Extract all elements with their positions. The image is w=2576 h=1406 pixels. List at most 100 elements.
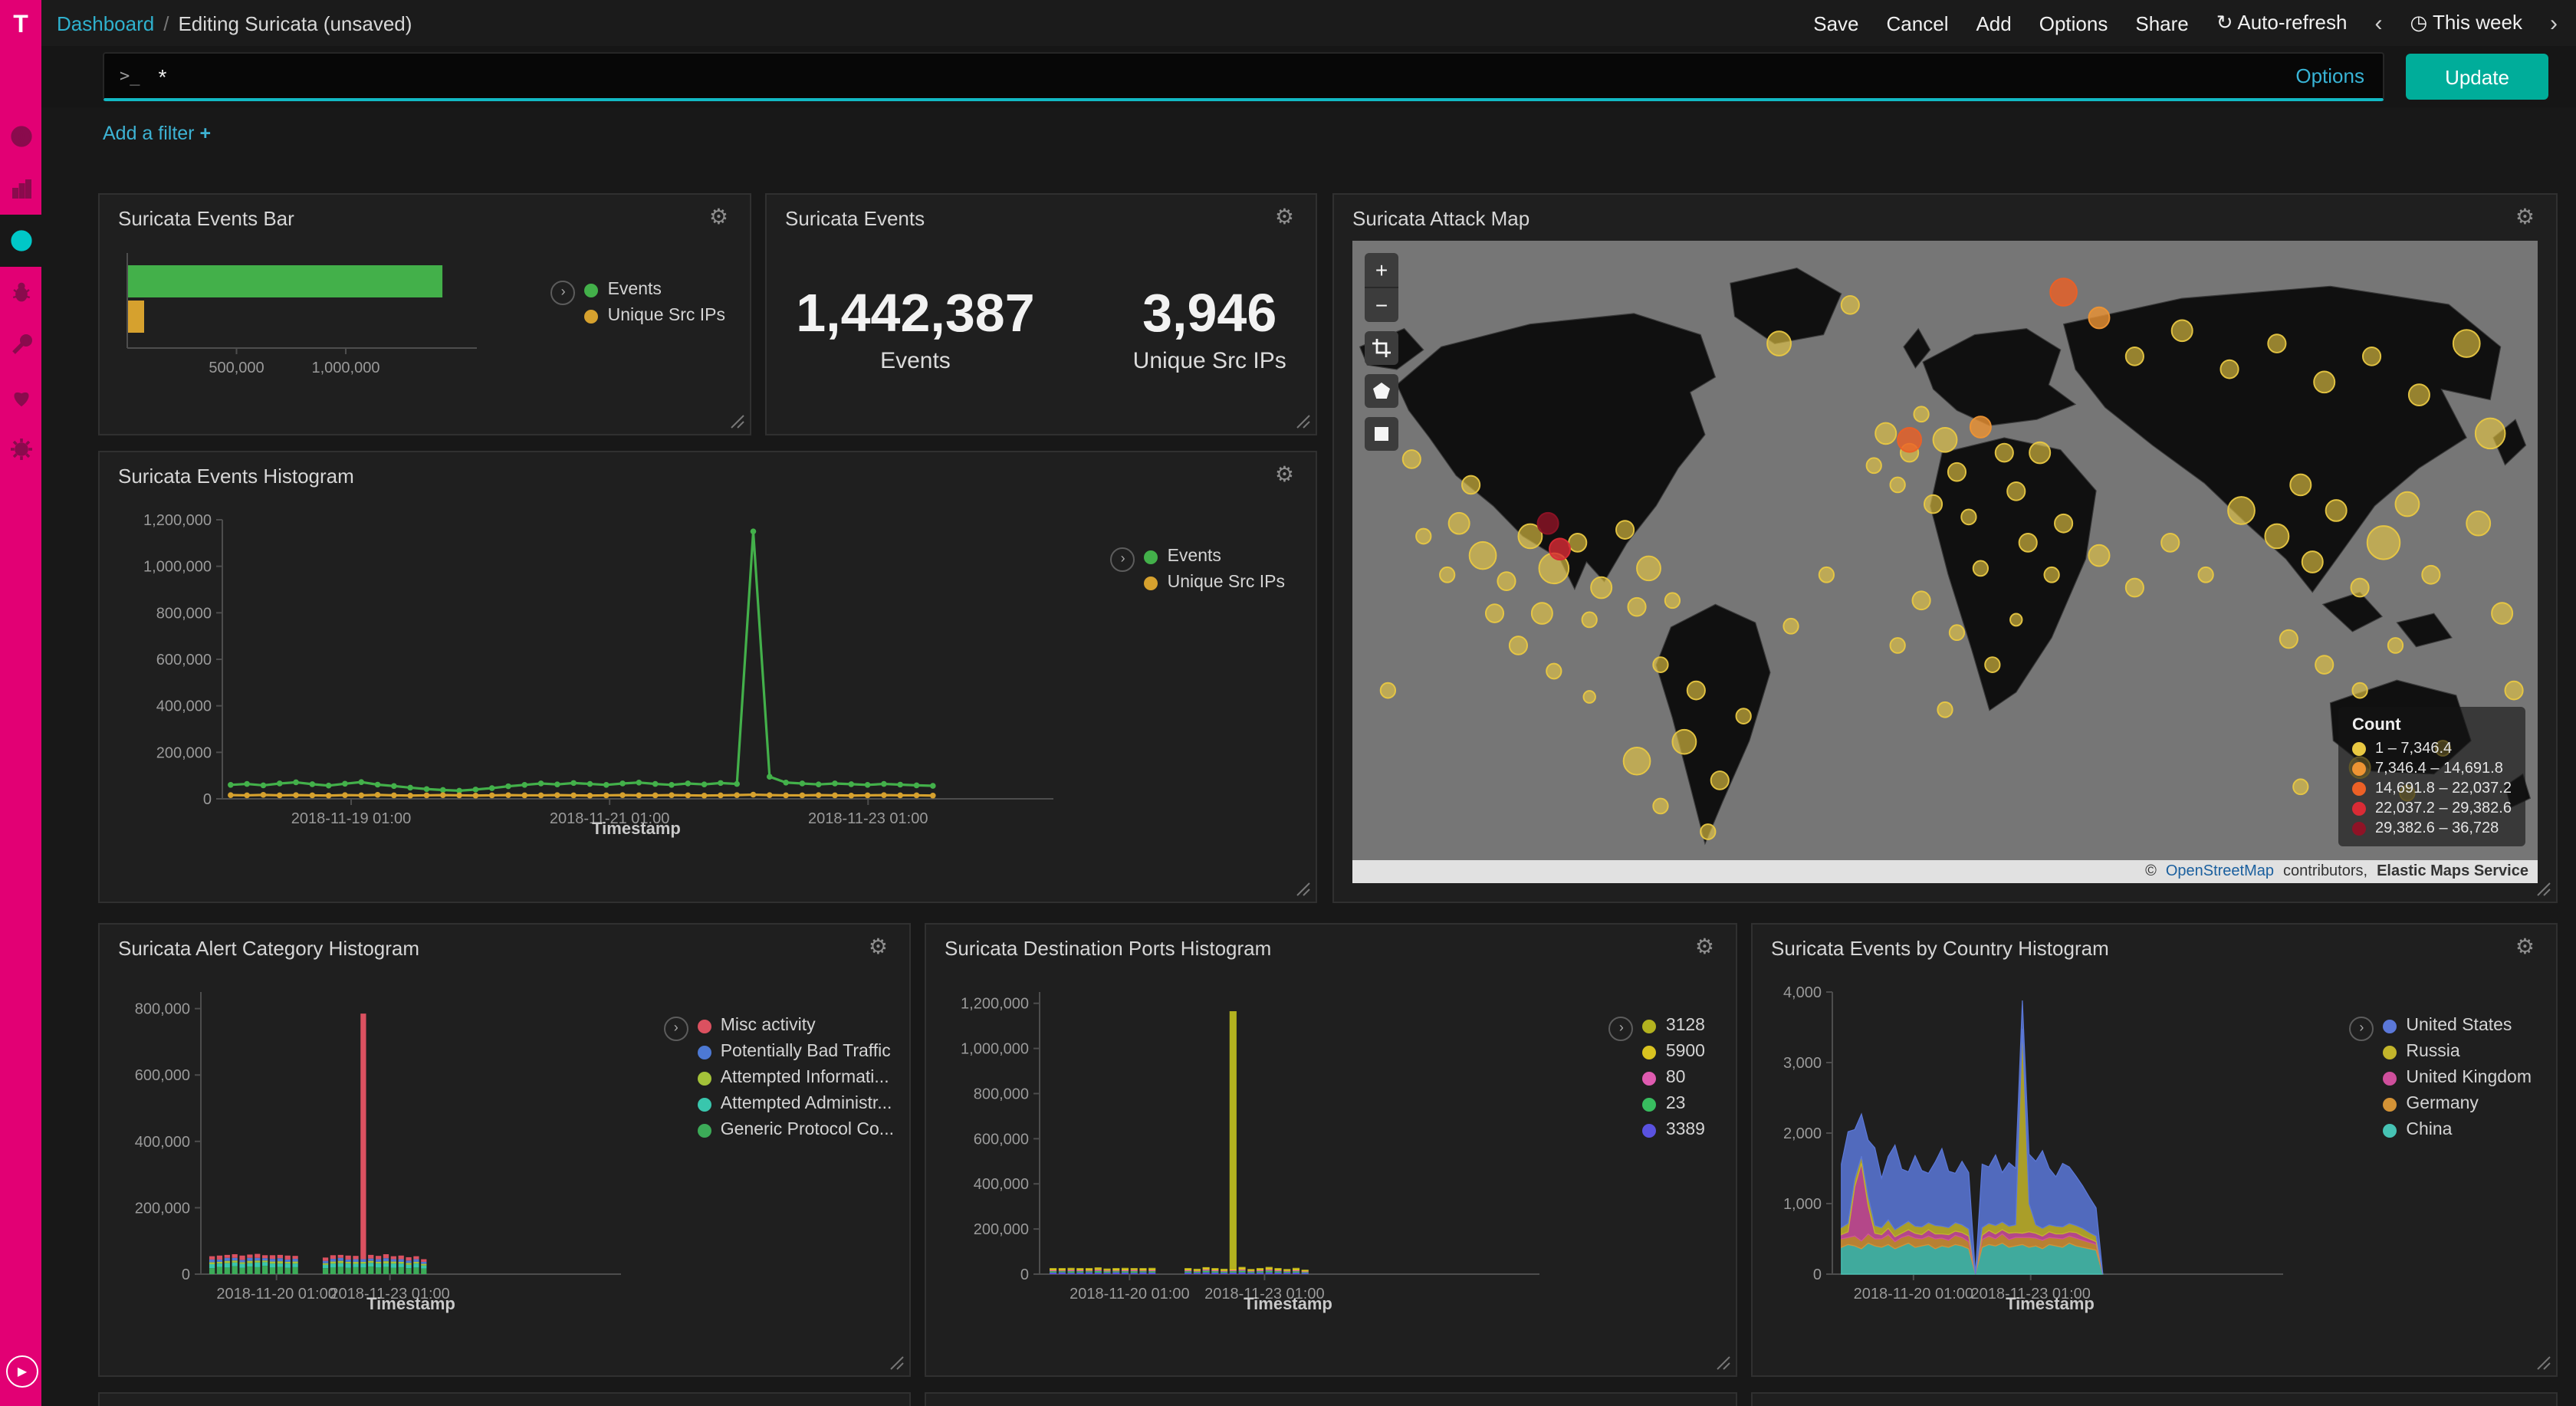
panel-gear-icon[interactable]: ⚙ [2506,932,2544,961]
crop-icon [1372,339,1391,357]
panel-resize-handle[interactable] [1294,412,1311,429]
legend-label: United States [2406,1017,2512,1035]
destination-ports-chart[interactable]: 0200,000400,000600,000800,0001,000,0001,… [938,977,1552,1320]
save-button[interactable]: Save [1813,11,1858,34]
rectangle-icon [1372,425,1391,443]
legend-item[interactable]: Unique Src IPs [1145,573,1285,592]
legend-toggle-icon[interactable]: › [2349,1017,2374,1041]
legend-item[interactable]: United Kingdom [2383,1069,2532,1087]
legend-item[interactable]: 5900 [1643,1043,1705,1061]
breadcrumb-dashboard-link[interactable]: Dashboard [57,11,154,34]
sidebar-item-monitoring[interactable] [0,371,41,423]
bug-icon [8,281,33,305]
legend-color-dot [2383,1097,2397,1111]
legend-color-dot [698,1019,711,1033]
map-polygon-select-button[interactable] [1365,374,1398,408]
cancel-button[interactable]: Cancel [1887,11,1949,34]
legend-item[interactable]: Misc activity [698,1017,894,1035]
events-by-country-chart[interactable]: 01,0002,0003,0004,0002018-11-20 01:00201… [1765,977,2295,1320]
time-forward-chevron[interactable]: › [2550,10,2558,36]
legend-item[interactable]: 23 [1643,1095,1705,1113]
options-button[interactable]: Options [2039,11,2108,34]
time-back-chevron[interactable]: ‹ [2374,10,2382,36]
t-mobile-logo[interactable]: T [0,0,41,52]
legend-item[interactable]: Generic Protocol Co... [698,1121,894,1139]
gear-icon [8,437,33,462]
events-bar-chart[interactable]: 500,000 1,000,000 [115,241,526,422]
legend-item[interactable]: 3128 [1643,1017,1705,1035]
legend-label: 23 [1666,1095,1686,1113]
update-button[interactable]: Update [2406,54,2548,100]
panel-resize-handle[interactable] [728,412,745,429]
time-range-picker[interactable]: ◷ This week [2410,11,2522,35]
panel-title: Suricata Alert Category Histogram [118,936,419,959]
legend-item[interactable]: Attempted Administr... [698,1095,894,1113]
legend-item[interactable]: Attempted Informati... [698,1069,894,1087]
panel-gear-icon[interactable]: ⚙ [700,202,738,232]
legend-item[interactable]: United States [2383,1017,2532,1035]
legend-label: Misc activity [721,1017,816,1035]
panel-suricata-events-histogram: Suricata Events Histogram ⚙ 0200,000400,… [98,451,1317,903]
panel-gear-icon[interactable]: ⚙ [859,932,897,961]
legend-toggle-icon[interactable]: › [551,281,576,305]
sidebar-collapse-button[interactable]: ▶ [6,1355,38,1388]
legend-item[interactable]: Potentially Bad Traffic [698,1043,894,1061]
add-filter-link[interactable]: Add a filter + [103,123,211,144]
legend-item[interactable]: Events [1145,547,1285,566]
sidebar-item-dashboard[interactable] [0,215,41,267]
legend-item[interactable]: 3389 [1643,1121,1705,1139]
query-options-link[interactable]: Options [2295,64,2364,87]
panel-resize-handle[interactable] [2535,1354,2551,1371]
panel-gear-icon[interactable]: ⚙ [1266,460,1303,489]
map-legend-row: 14,691.8 – 22,037.2 [2352,780,2512,797]
panel-gear-icon[interactable]: ⚙ [1266,202,1303,232]
auto-refresh-button[interactable]: ↻ Auto-refresh [2216,11,2348,35]
legend-item[interactable]: Germany [2383,1095,2532,1113]
metric-label: Unique Src IPs [1133,348,1286,374]
panel-resize-handle[interactable] [1714,1354,1731,1371]
partial-panel [1751,1392,2558,1406]
kibana-dashboard: T ▶ [0,0,2576,1406]
panel-suricata-attack-map: Suricata Attack Map ⚙ [1332,193,2558,903]
svg-text:0: 0 [1813,1266,1822,1283]
openstreetmap-link[interactable]: OpenStreetMap [2166,863,2274,880]
map-zoom-in-button[interactable]: + [1365,253,1398,288]
legend-toggle-icon[interactable]: › [1609,1017,1634,1041]
app-sidebar: T ▶ [0,0,41,1406]
legend-item[interactable]: Events [585,281,725,299]
map-fit-bounds-button[interactable] [1365,331,1398,365]
legend-item[interactable]: Unique Src IPs [585,307,725,325]
sidebar-item-suricata[interactable] [0,267,41,319]
panel-gear-icon[interactable]: ⚙ [2506,202,2544,232]
svg-text:200,000: 200,000 [156,744,212,761]
panel-resize-handle[interactable] [888,1354,905,1371]
legend-item[interactable]: Russia [2383,1043,2532,1061]
svg-text:1,000,000: 1,000,000 [312,360,380,376]
legend-toggle-icon[interactable]: › [664,1017,688,1041]
sidebar-item-management[interactable] [0,423,41,475]
legend-item[interactable]: China [2383,1121,2532,1139]
sidebar-item-visualize[interactable] [0,163,41,215]
sidebar-item-discover[interactable] [0,110,41,163]
alert-category-chart[interactable]: 0200,000400,000600,000800,0002018-11-20 … [112,977,633,1320]
sidebar-item-dev-tools[interactable] [0,319,41,371]
map-rectangle-select-button[interactable] [1365,417,1398,451]
panel-title: Suricata Destination Ports Histogram [945,936,1271,959]
panel-title: Suricata Events [785,206,925,229]
metric-label: Events [796,348,1034,374]
elastic-maps-service-label: Elastic Maps Service [2377,863,2528,880]
attack-map[interactable]: + − [1352,241,2538,883]
panel-gear-icon[interactable]: ⚙ [1686,932,1723,961]
legend-color-dot [698,1045,711,1059]
events-histogram-chart[interactable]: 0200,000400,000600,000800,0001,000,0001,… [115,504,1066,845]
search-query-input[interactable] [156,62,2384,90]
add-button[interactable]: Add [1976,11,2011,34]
partial-panel [925,1392,1737,1406]
share-button[interactable]: Share [2135,11,2188,34]
svg-text:500,000: 500,000 [209,360,264,376]
legend-item[interactable]: 80 [1643,1069,1705,1087]
chart-legend: Events Unique Src IPs [585,281,725,325]
legend-toggle-icon[interactable]: › [1111,547,1135,572]
map-zoom-out-button[interactable]: − [1365,288,1398,322]
panel-resize-handle[interactable] [1294,880,1311,897]
